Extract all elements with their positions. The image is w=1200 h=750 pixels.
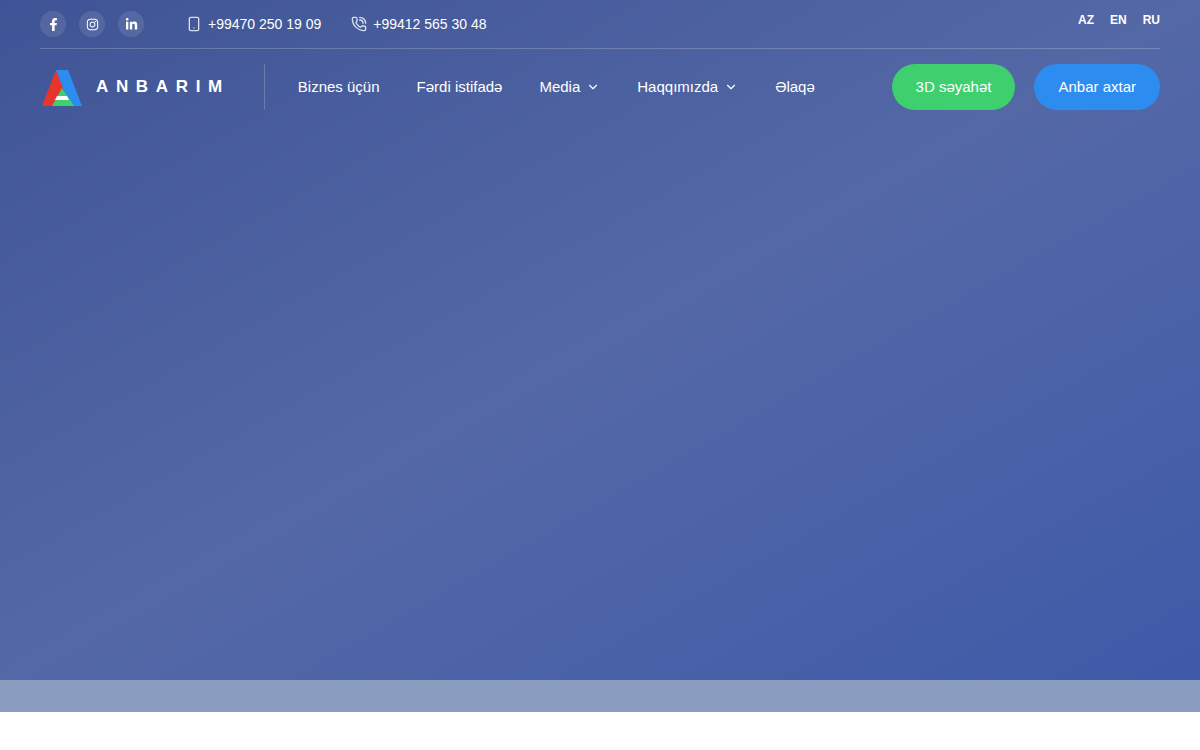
nav-item[interactable]: Əlaqə — [775, 76, 815, 99]
social-link[interactable] — [118, 11, 144, 37]
logo[interactable]: ANBARIM — [40, 64, 265, 110]
hero-bottom-strip — [0, 680, 1200, 712]
language-link[interactable]: AZ — [1078, 11, 1094, 29]
contacts: +99470 250 19 09 +99412 565 30 48 — [186, 14, 487, 35]
top-bar: +99470 250 19 09 +99412 565 30 48 AZ EN RU — [40, 0, 1160, 49]
chevron-down-icon — [586, 80, 600, 94]
nav-item[interactable]: Haqqımızda — [637, 76, 738, 99]
page: +99470 250 19 09 +99412 565 30 48 AZ EN RU AN… — [0, 0, 1200, 750]
social-link[interactable] — [79, 11, 105, 37]
social-link[interactable] — [40, 11, 66, 37]
chevron-down-icon — [724, 80, 738, 94]
nav-actions: 3D səyahət Anbar axtar — [892, 64, 1160, 110]
mobile-phone-icon — [186, 16, 202, 32]
nav-item[interactable]: Media — [539, 76, 600, 99]
language-link[interactable]: RU — [1143, 11, 1160, 29]
nav-item[interactable]: Biznes üçün — [298, 76, 380, 99]
hero: +99470 250 19 09 +99412 565 30 48 AZ EN RU AN… — [0, 0, 1200, 680]
language-switch: AZ EN RU — [1078, 0, 1160, 29]
phone-link[interactable]: +99470 250 19 09 — [186, 14, 321, 35]
logo-icon — [40, 66, 84, 108]
instagram-icon — [86, 18, 99, 31]
social-links — [40, 11, 144, 37]
phone-link[interactable]: +99412 565 30 48 — [351, 14, 486, 35]
action-button[interactable]: Anbar axtar — [1034, 64, 1160, 110]
phone-call-icon — [351, 16, 367, 32]
nav-bar: ANBARIM Biznes üçün Fərdi istifadə Media Haq… — [40, 49, 1160, 125]
linkedin-icon — [125, 18, 138, 31]
action-button[interactable]: 3D səyahət — [892, 64, 1016, 110]
nav-item[interactable]: Fərdi istifadə — [417, 76, 503, 99]
facebook-icon — [47, 18, 60, 31]
main-nav: Biznes üçün Fərdi istifadə Media Haqqımızda… — [298, 76, 815, 99]
language-link[interactable]: EN — [1110, 11, 1127, 29]
